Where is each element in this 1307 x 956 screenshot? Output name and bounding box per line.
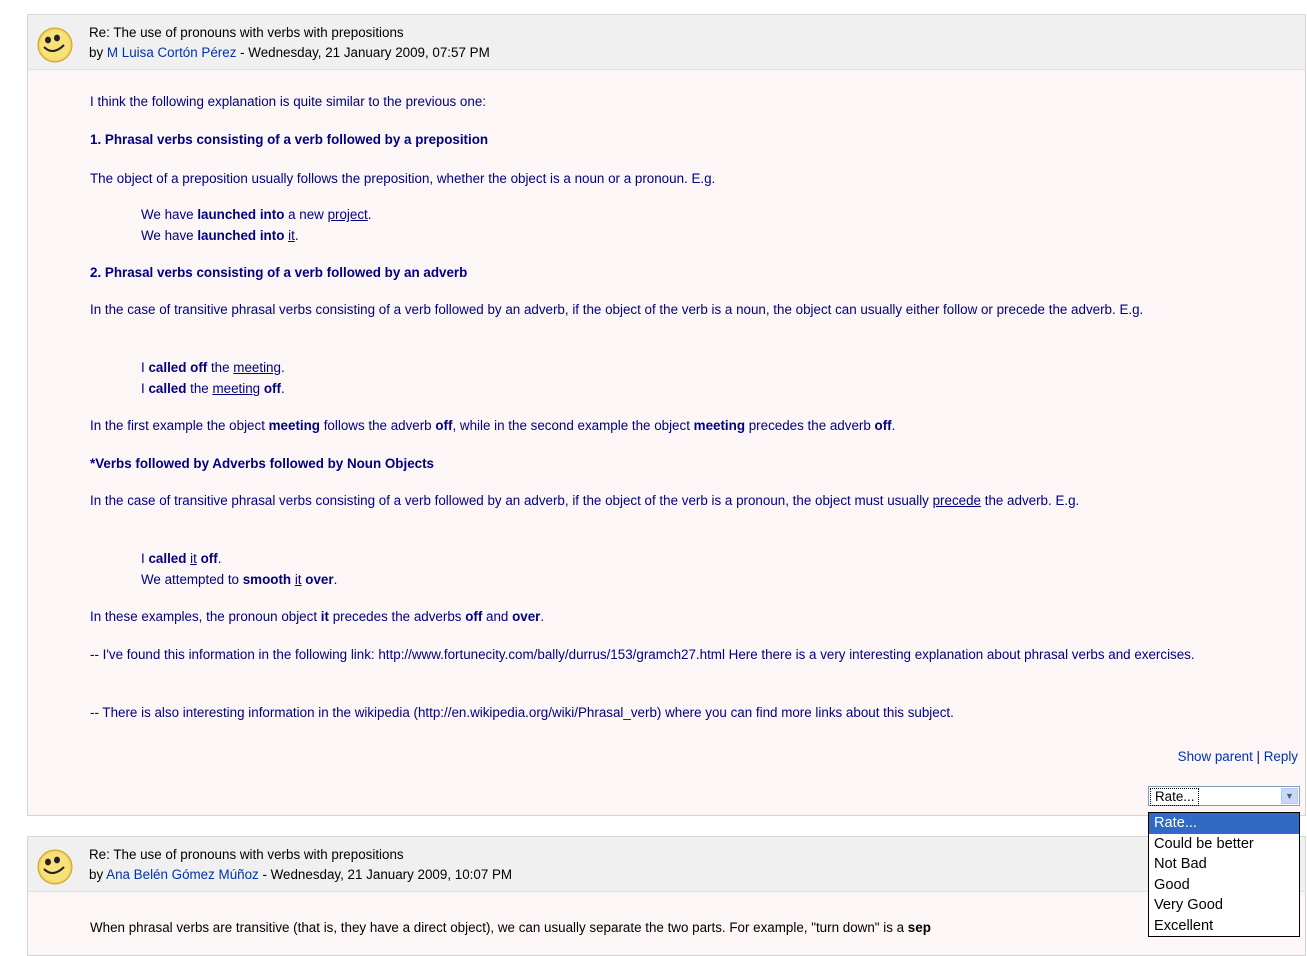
post-byline: by Ana Belén Gómez Múñoz - Wednesday, 21… (89, 867, 512, 883)
paragraph-3: In the first example the object meeting … (90, 418, 896, 433)
by-label: by (89, 45, 104, 60)
rate-dropdown-list: Rate... Could be better Not Bad Good Ver… (1148, 812, 1300, 937)
rate-option[interactable]: Not Bad (1149, 854, 1299, 875)
paragraph-5: In these examples, the pronoun object it… (90, 609, 545, 624)
author-link[interactable]: M Luisa Cortón Pérez (107, 45, 237, 60)
forum-post: Re: The use of pronouns with verbs with … (27, 836, 1306, 956)
smiley-avatar-icon (37, 849, 73, 885)
rate-option[interactable]: Excellent (1149, 916, 1299, 937)
paragraph-2: In the case of transitive phrasal verbs … (90, 302, 1144, 317)
intro-paragraph: I think the following explanation is qui… (90, 94, 486, 109)
reply-link[interactable]: Reply (1264, 749, 1298, 764)
rate-selected-value: Rate... (1150, 788, 1200, 806)
post-subject: Re: The use of pronouns with verbs with … (89, 25, 404, 40)
forum-post: Re: The use of pronouns with verbs with … (27, 14, 1306, 816)
by-label: by (89, 867, 104, 882)
chevron-down-icon[interactable]: ▼ (1281, 788, 1298, 804)
date-separator: - (258, 867, 271, 882)
post-commands: Show parent | Reply (1178, 749, 1298, 764)
post-header: Re: The use of pronouns with verbs with … (28, 837, 1305, 892)
post-byline: by M Luisa Cortón Pérez - Wednesday, 21 … (89, 45, 490, 61)
post-content: When phrasal verbs are transitive (that … (90, 917, 1287, 938)
date-separator: - (236, 45, 249, 60)
post-header: Re: The use of pronouns with verbs with … (28, 15, 1305, 70)
rate-option[interactable]: Rate... (1149, 813, 1299, 834)
smiley-avatar-icon (37, 27, 73, 63)
example-1a: We have launched into a new project. (141, 207, 372, 222)
rate-option[interactable]: Could be better (1149, 834, 1299, 855)
example-2b: I called the meeting off. (141, 381, 285, 396)
command-separator: | (1252, 749, 1264, 764)
heading-2: 2. Phrasal verbs consisting of a verb fo… (90, 265, 468, 280)
rate-option[interactable]: Very Good (1149, 895, 1299, 916)
example-2a: I called off the meeting. (141, 360, 285, 375)
post-date: Wednesday, 21 January 2009, 10:07 PM (270, 867, 513, 882)
paragraph-6: -- I've found this information in the fo… (90, 647, 1195, 662)
example-1b: We have launched into it. (141, 228, 299, 243)
rate-select[interactable]: Rate... ▼ (1148, 786, 1300, 806)
post-subject: Re: The use of pronouns with verbs with … (89, 847, 404, 862)
post-date: Wednesday, 21 January 2009, 07:57 PM (248, 45, 490, 60)
example-3a: I called it off. (141, 551, 222, 566)
author-link[interactable]: Ana Belén Gómez Múñoz (106, 867, 259, 882)
paragraph-4: In the case of transitive phrasal verbs … (90, 493, 1080, 508)
example-3b: We attempted to smooth it over. (141, 572, 338, 587)
show-parent-link[interactable]: Show parent (1178, 749, 1253, 764)
heading-1: 1. Phrasal verbs consisting of a verb fo… (90, 132, 489, 147)
paragraph-1: The object of a preposition usually foll… (90, 171, 716, 186)
paragraph-7: -- There is also interesting information… (90, 705, 954, 720)
heading-3: *Verbs followed by Adverbs followed by N… (90, 456, 434, 471)
rate-option[interactable]: Good (1149, 875, 1299, 896)
paragraph-1: When phrasal verbs are transitive (that … (90, 920, 931, 935)
